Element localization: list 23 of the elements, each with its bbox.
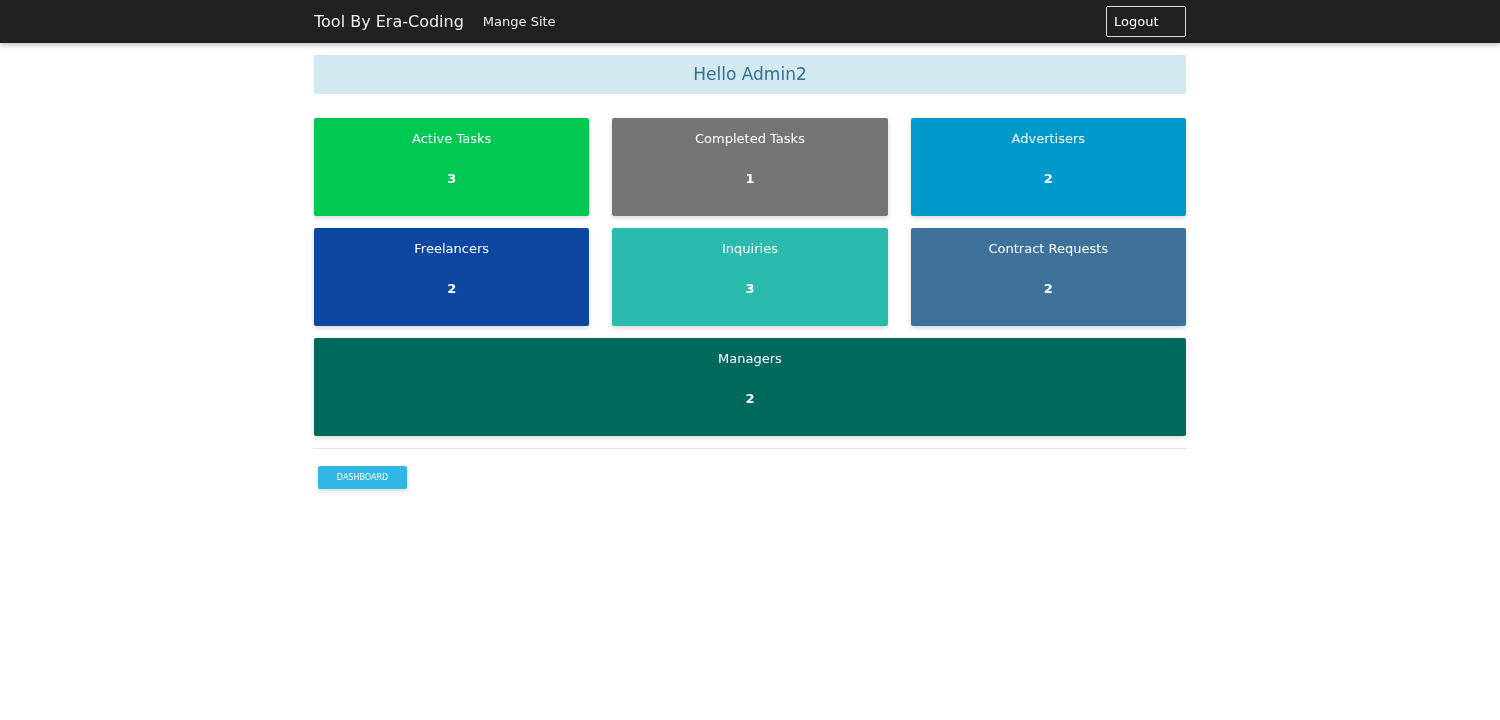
card-title: Managers [718, 351, 782, 366]
card-title: Active Tasks [412, 131, 492, 146]
card-count: 3 [447, 171, 457, 186]
stat-card[interactable]: Managers 2 [314, 338, 1186, 436]
card-title: Inquiries [722, 241, 778, 256]
nav-link[interactable]: Mange Site [482, 14, 556, 29]
card-title: Completed Tasks [695, 131, 805, 146]
card-title: Contract Requests [988, 241, 1109, 256]
card-count: 2 [745, 391, 755, 406]
card-count: 2 [1043, 171, 1053, 186]
card-title: Advertisers [1011, 131, 1086, 146]
card-count: 1 [745, 171, 755, 186]
stat-card[interactable]: Freelancers 2 [314, 228, 590, 326]
card-count: 3 [745, 281, 755, 296]
stat-card[interactable]: Advertisers 2 [910, 118, 1186, 216]
card-count: 2 [1043, 281, 1053, 296]
stat-card[interactable]: Contract Requests 2 [910, 228, 1186, 326]
stat-card[interactable]: Completed Tasks 1 [612, 118, 888, 216]
logout-button[interactable]: Logout [1106, 6, 1186, 37]
greeting-banner: Hello Admin2 [314, 55, 1186, 94]
card-title: Freelancers [414, 241, 489, 256]
card-count: 2 [447, 281, 457, 296]
brand-link[interactable]: Tool By Era-Coding [314, 12, 464, 31]
